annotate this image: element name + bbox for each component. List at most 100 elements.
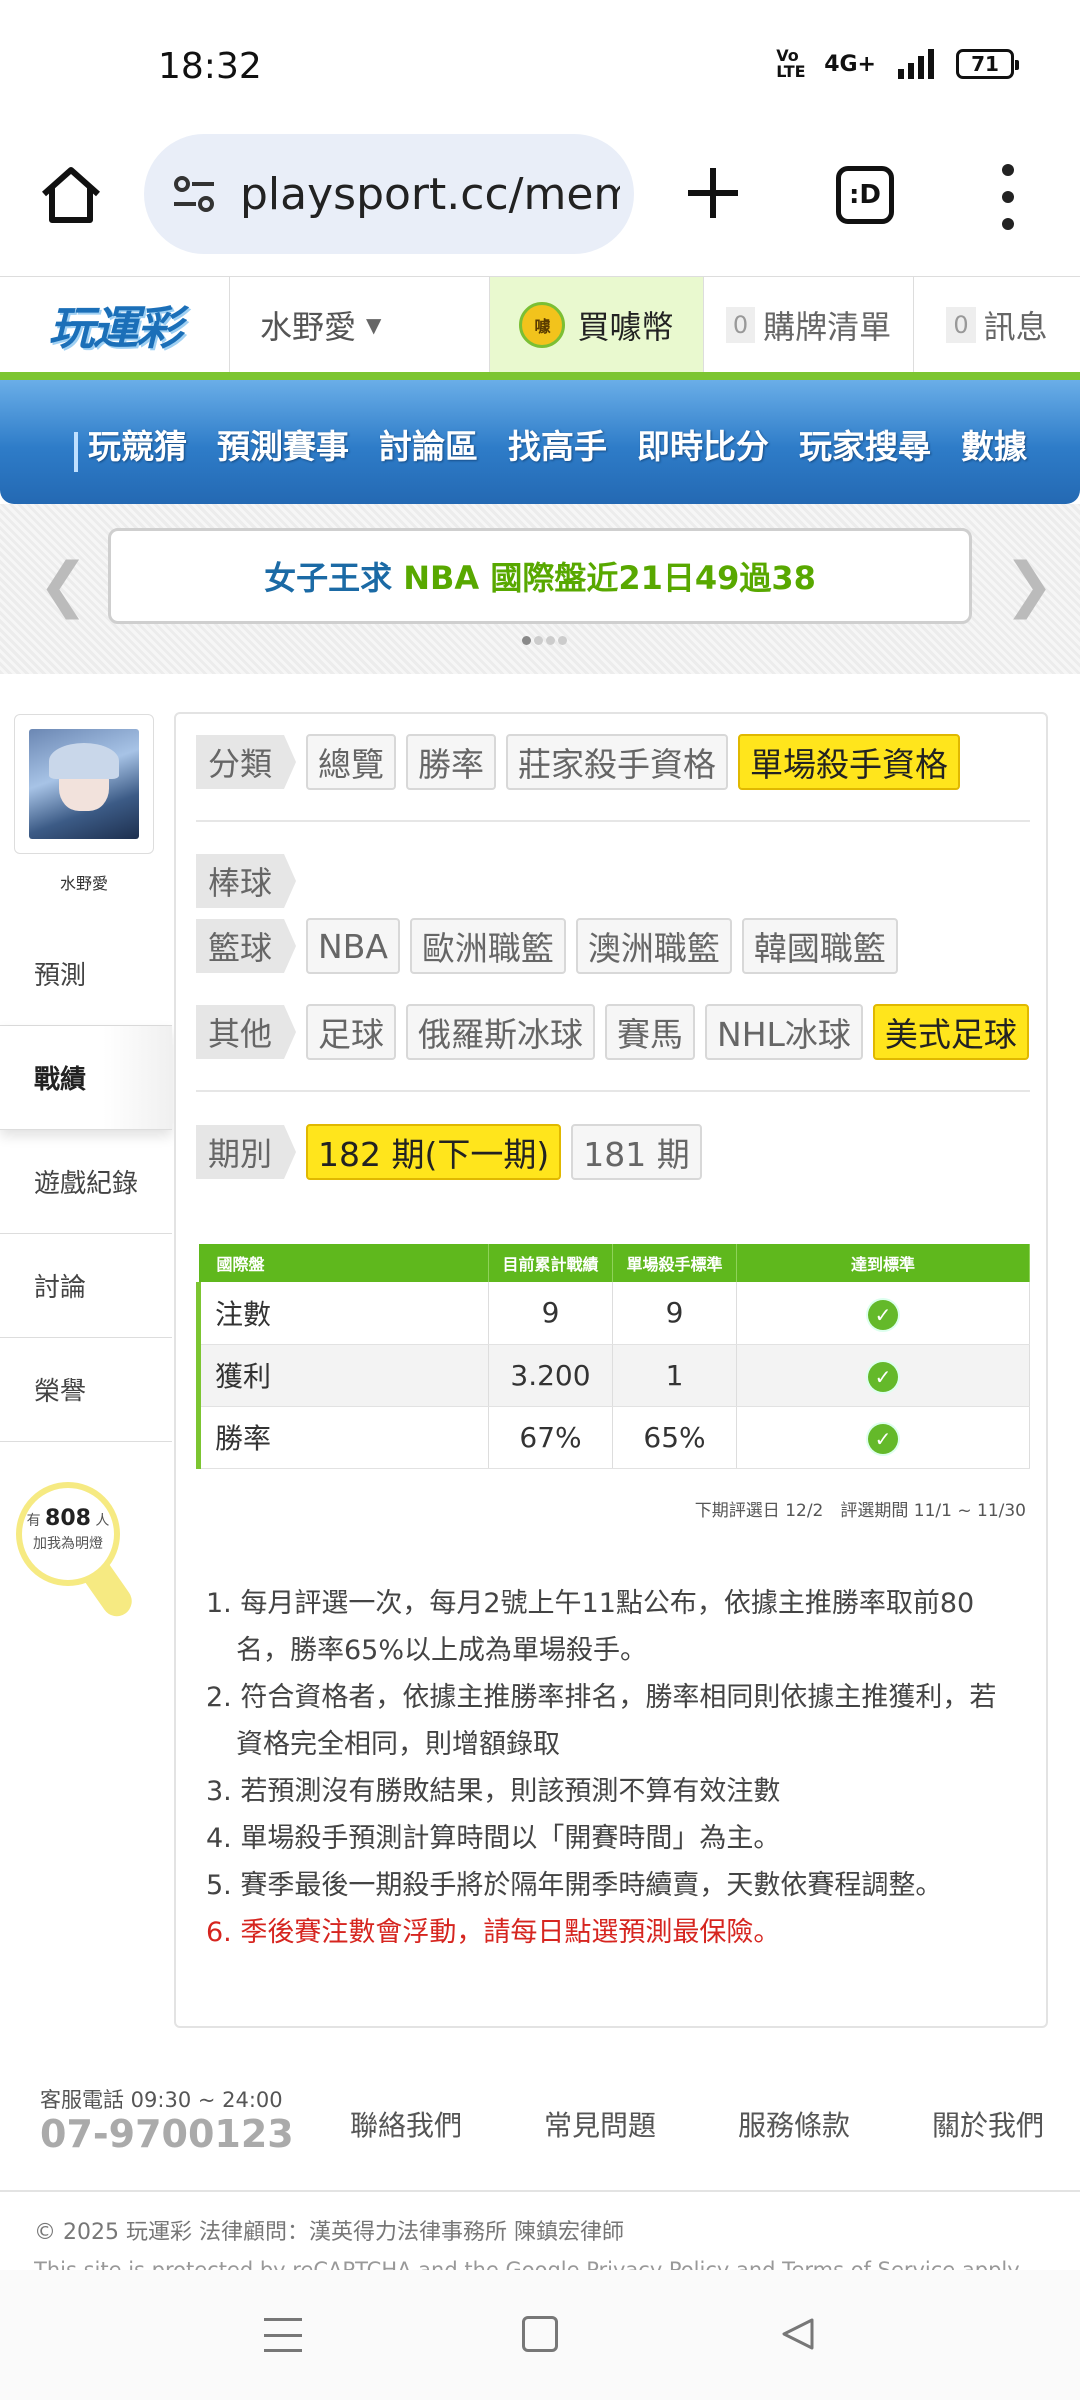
chip-period-182[interactable]: 182 期(下一期) [306,1124,562,1180]
overflow-menu-icon[interactable] [990,164,1026,230]
chip-overview[interactable]: 總覽 [306,734,397,790]
status-time: 18:32 [158,46,262,87]
messages-label: 訊息 [983,307,1048,346]
nav-separator [74,432,78,472]
category-label: 分類 [196,735,297,789]
side-item-game-log[interactable]: 遊戲紀錄 [0,1130,172,1234]
footer-link-terms[interactable]: 服務條款 [738,2104,850,2144]
network-type: 4G+ [824,51,876,77]
site-logo[interactable]: 玩運彩 [0,277,230,373]
cart-count: 0 [725,306,756,343]
header-divider [0,372,1080,380]
avatar[interactable] [14,714,154,854]
standard-value: 1 [612,1344,737,1407]
messages-button[interactable]: 0 訊息 [914,277,1080,372]
battery-icon: 71 [956,49,1019,79]
chip-dealer-killer[interactable]: 莊家殺手資格 [506,734,729,790]
row-label: 勝率 [196,1406,489,1469]
side-item-honor[interactable]: 榮譽 [0,1338,172,1442]
banner-item[interactable]: 女子王求 NBA 國際盤近21日49過38 [108,528,972,624]
chip-kor-basketball[interactable]: 韓國職籃 [741,918,898,974]
side-item-record[interactable]: 戰績 [0,1026,172,1130]
current-value: 9 [488,1282,613,1345]
chip-horse-racing[interactable]: 賽馬 [605,1004,696,1060]
recent-apps-icon[interactable] [264,2318,302,2352]
site-header: 玩運彩 水野愛 ▼ 噱 買噱幣 0 購牌清單 0 訊息 [0,276,1080,373]
chip-russian-hockey[interactable]: 俄羅斯冰球 [406,1004,596,1060]
profile-name: 水野愛 [59,874,108,893]
nav-item-predict[interactable]: 預測賽事 [217,420,349,468]
nav-item-live-score[interactable]: 即時比分 [637,420,769,468]
new-tab-icon[interactable] [680,160,746,226]
fans-label: 加我為明燈 [33,1536,103,1552]
table-row: 注數 9 9 ✓ [196,1282,1030,1345]
buy-coins-label: 買噱幣 [577,307,674,346]
battery-level: 71 [971,52,999,76]
chip-soccer[interactable]: 足球 [306,1004,397,1060]
basketball-label: 籃球 [196,919,297,973]
banner-carousel: ❮ 女子王求 NBA 國際盤近21日49過38 ❯ [0,504,1080,674]
row-label: 獲利 [196,1344,489,1407]
address-bar[interactable]: playsport.cc/mem [144,134,634,254]
chip-euro-basketball[interactable]: 歐洲職籃 [409,918,566,974]
other-filter: 其他 足球 俄羅斯冰球 賽馬 NHL冰球 美式足球 [196,1004,1029,1060]
nav-item-forum[interactable]: 討論區 [379,420,478,468]
cart-button[interactable]: 0 購牌清單 [704,277,914,372]
chip-single-killer[interactable]: 單場殺手資格 [738,734,961,790]
rule-item: 3. 若預測沒有勝敗結果，則該預測不算有效注數 [206,1776,781,1807]
system-home-icon[interactable] [522,2316,558,2352]
footer-link-about[interactable]: 關於我們 [932,2104,1044,2144]
home-icon[interactable] [36,160,106,230]
standard-value: 9 [612,1282,737,1345]
url-text[interactable]: playsport.cc/mem [240,169,620,220]
current-value: 67% [488,1406,613,1469]
nav-item-experts[interactable]: 找高手 [508,420,607,468]
chip-nba[interactable]: NBA [306,918,400,974]
chip-aus-basketball[interactable]: 澳洲職籃 [575,918,732,974]
basketball-filter: 籃球 NBA 歐洲職籃 澳洲職籃 韓國職籃 [196,918,898,974]
avatar-image [29,729,139,839]
fans-count: 808 [45,1506,91,1531]
standard-value: 65% [612,1406,737,1469]
buy-coins-button[interactable]: 噱 買噱幣 [490,277,704,372]
carousel-indicator [522,636,567,645]
footer: 客服電話 09:30 ~ 24:00 07-9700123 聯絡我們 常見問題 … [0,2062,1080,2192]
table-header: 國際盤 [198,1244,489,1282]
tab-switcher-button[interactable]: :D [836,166,894,224]
back-icon[interactable] [778,2314,818,2354]
nav-item-player-search[interactable]: 玩家搜尋 [799,420,931,468]
footer-link-contact[interactable]: 聯絡我們 [350,2104,462,2144]
chevron-left-icon[interactable]: ❮ [38,550,88,620]
chip-win-rate[interactable]: 勝率 [406,734,497,790]
period-label: 期別 [196,1125,297,1179]
side-item-predict[interactable]: 預測 [0,922,172,1026]
chevron-right-icon[interactable]: ❯ [1004,550,1054,620]
evaluation-period-note: 下期評選日 12/2 評選期間 11/1 ~ 11/30 [694,1501,1026,1521]
divider [196,1090,1030,1092]
current-value: 3.200 [488,1344,613,1407]
signal-icon [898,49,934,79]
nav-item-data[interactable]: 數據 [961,420,1027,468]
service-hours: 客服電話 09:30 ~ 24:00 [40,2088,283,2112]
check-icon: ✓ [868,1299,898,1330]
site-settings-icon[interactable] [170,170,218,218]
chip-period-181[interactable]: 181 期 [571,1124,702,1180]
side-item-discussion[interactable]: 討論 [0,1234,172,1338]
chip-american-football[interactable]: 美式足球 [872,1004,1029,1060]
footer-link-faq[interactable]: 常見問題 [544,2104,656,2144]
baseball-filter: 棒球 [196,854,297,908]
side-nav: 預測 戰績 遊戲紀錄 討論 榮譽 [0,922,172,1442]
check-icon: ✓ [868,1424,898,1454]
table-header: 單場殺手標準 [612,1244,737,1282]
nav-item-guess[interactable]: 玩競猜 [88,420,187,468]
browser-toolbar: playsport.cc/mem :D [0,130,1080,276]
table-header: 目前累計戰績 [488,1244,613,1282]
chip-nhl[interactable]: NHL冰球 [705,1004,863,1060]
service-phone[interactable]: 07-9700123 [40,2112,294,2156]
user-menu[interactable]: 水野愛 ▼ [230,277,490,372]
status-icons: Vo LTE 4G+ 71 [776,48,1019,80]
status-bar: 18:32 Vo LTE 4G+ 71 [0,0,1080,130]
cart-label: 購牌清單 [763,307,892,346]
period-filter: 期別 182 期(下一期) 181 期 [196,1124,702,1180]
table-row: 勝率 67% 65% ✓ [196,1406,1030,1469]
